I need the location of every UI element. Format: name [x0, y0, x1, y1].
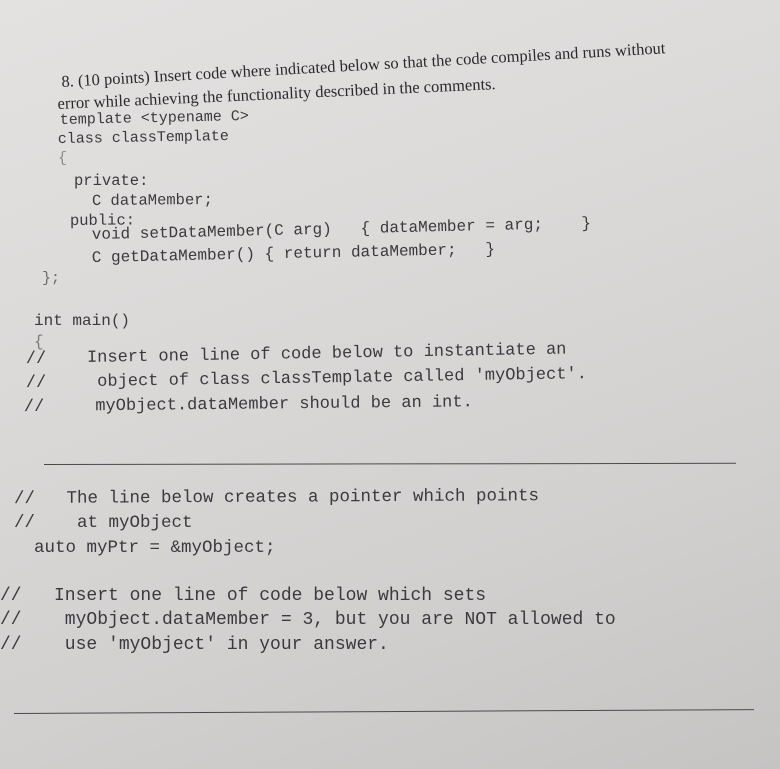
comment-instantiate-line-3: // myObject.dataMember should be an int. — [23, 393, 473, 417]
comment-set-line-1: // Insert one line of code below which s… — [0, 586, 487, 606]
comment-pointer-line-1: // The line below creates a pointer whic… — [13, 486, 540, 509]
comment-set-line-3: // use 'myObject' in your answer. — [0, 635, 389, 655]
answer-blank-2[interactable] — [13, 709, 754, 714]
comment-instantiate-line-2: // object of class classTemplate called … — [25, 365, 588, 393]
code-getter: C getDataMember() { return dataMember; } — [91, 240, 496, 267]
code-private-label: private: — [74, 172, 149, 190]
code-data-member-decl: C dataMember; — [91, 190, 213, 210]
code-class-line: class classTemplate — [57, 128, 230, 148]
code-main-open-brace: { — [34, 333, 44, 351]
comment-set-line-2: // myObject.dataMember = 3, but you are … — [0, 610, 616, 630]
exam-page: 8. (10 points) Insert code where indicat… — [0, 0, 780, 769]
code-setter: void setDataMember(C arg) { dataMember =… — [91, 214, 592, 244]
code-template-line: template <typename C> — [59, 108, 249, 129]
code-pointer-line: auto myPtr = &myObject; — [34, 538, 276, 558]
comment-instantiate-line-1: // Insert one line of code below to inst… — [25, 340, 567, 369]
code-close-class: }; — [42, 270, 61, 287]
code-main-signature: int main() — [34, 312, 131, 330]
answer-blank-1[interactable] — [43, 462, 736, 465]
code-open-brace: { — [58, 150, 68, 167]
comment-pointer-line-2: // at myObject — [14, 513, 193, 533]
